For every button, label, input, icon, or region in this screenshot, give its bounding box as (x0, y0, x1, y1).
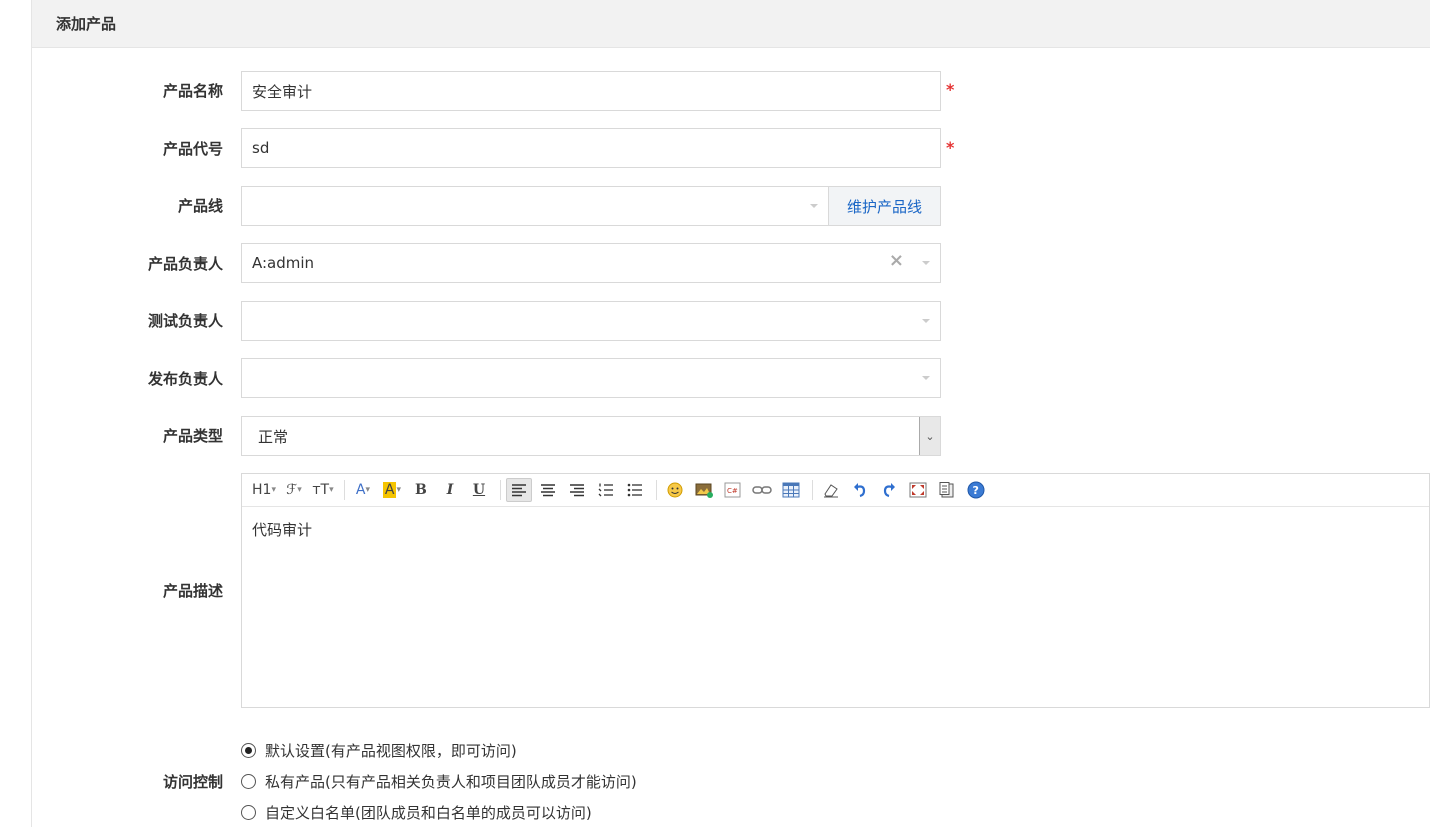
product-owner-label: 产品负责人 (147, 255, 223, 273)
radio-icon[interactable] (241, 805, 256, 820)
product-name-input[interactable]: 安全审计 (241, 71, 941, 111)
acl-option-text: 私有产品(只有产品相关负责人和项目团队成员才能访问) (265, 773, 637, 791)
editor-content[interactable]: 代码审计 (242, 507, 1429, 552)
product-line-select[interactable] (241, 186, 829, 226)
font-color-icon[interactable]: A ▾ (350, 478, 376, 502)
radio-checked-icon[interactable] (241, 743, 256, 758)
required-mark: * (946, 138, 955, 157)
product-name-value: 安全审计 (252, 82, 313, 101)
acl-option-text: 默认设置(有产品视图权限，即可访问) (265, 742, 517, 760)
heading-icon[interactable]: H1 ▾ (250, 478, 278, 502)
clear-icon[interactable]: × (889, 250, 904, 271)
acl-option-private[interactable]: 私有产品(只有产品相关负责人和项目团队成员才能访问) (241, 771, 637, 792)
underline-icon[interactable]: U (466, 478, 492, 502)
ordered-list-icon[interactable] (593, 478, 619, 502)
help-text: ? (972, 484, 978, 497)
paste-icon[interactable] (934, 478, 960, 502)
toolbar-divider (343, 480, 345, 500)
qa-owner-select[interactable] (241, 301, 941, 341)
maintain-product-line-button[interactable]: 维护产品线 (828, 186, 941, 226)
font-family-icon[interactable]: ℱ ▾ (281, 478, 307, 502)
toolbar-divider (499, 480, 501, 500)
product-code-label: 产品代号 (162, 140, 223, 158)
toolbar-divider (655, 480, 657, 500)
left-gutter (0, 0, 32, 827)
product-desc-label: 产品描述 (162, 582, 223, 600)
product-type-value: 正常 (258, 427, 289, 446)
align-left-icon[interactable] (505, 478, 532, 502)
image-icon[interactable] (691, 478, 717, 502)
chevron-down-icon (922, 261, 930, 265)
acl-label: 访问控制 (162, 773, 223, 791)
editor-toolbar: H1 ▾ ℱ ▾ тT ▾ A ▾ A ▾ B I U C# ? (242, 474, 1429, 507)
emoticon-icon[interactable] (662, 478, 688, 502)
code-block-text: C# (727, 487, 738, 495)
chevron-down-icon (922, 376, 930, 380)
fullscreen-icon[interactable] (905, 478, 931, 502)
redo-icon[interactable] (876, 478, 902, 502)
release-owner-select[interactable] (241, 358, 941, 398)
font-size-text: тT (312, 482, 330, 498)
product-code-input[interactable]: sd (241, 128, 941, 168)
page-title: 添加产品 (56, 15, 117, 33)
font-color-text: A (355, 482, 366, 498)
link-icon[interactable] (749, 478, 775, 502)
acl-option-whitelist[interactable]: 自定义白名单(团队成员和白名单的成员可以访问) (241, 802, 592, 823)
highlight-color-icon[interactable]: A ▾ (379, 478, 405, 502)
align-right-icon[interactable] (564, 478, 590, 502)
font-size-icon[interactable]: тT ▾ (310, 478, 336, 502)
rich-text-editor[interactable]: H1 ▾ ℱ ▾ тT ▾ A ▾ A ▾ B I U C# ? 代码审计 (241, 473, 1430, 708)
italic-icon[interactable]: I (437, 478, 463, 502)
product-desc-value: 代码审计 (252, 521, 313, 539)
add-product-panel: 添加产品 产品名称 安全审计 * 产品代号 sd * 产品线 维护产品线 产品负… (32, 0, 1430, 827)
product-owner-select[interactable]: A:admin × (241, 243, 941, 283)
font-family-text: ℱ (286, 482, 298, 498)
bg-color-text: A (382, 482, 397, 498)
product-type-label: 产品类型 (162, 427, 223, 445)
product-owner-value: A:admin (252, 254, 315, 272)
bold-icon[interactable]: B (408, 478, 434, 502)
heading-text: H1 (252, 482, 272, 498)
panel-header: 添加产品 (32, 0, 1430, 48)
product-line-label: 产品线 (177, 197, 223, 215)
align-center-icon[interactable] (535, 478, 561, 502)
required-mark: * (946, 80, 955, 99)
radio-icon[interactable] (241, 774, 256, 789)
unordered-list-icon[interactable] (622, 478, 648, 502)
eraser-icon[interactable] (818, 478, 844, 502)
help-icon[interactable]: ? (963, 478, 989, 502)
code-block-icon[interactable]: C# (720, 478, 746, 502)
product-name-label: 产品名称 (162, 82, 223, 100)
product-type-select[interactable]: 正常 ⌄ (241, 416, 941, 456)
undo-icon[interactable] (847, 478, 873, 502)
product-code-value: sd (252, 139, 270, 157)
qa-owner-label: 测试负责人 (147, 312, 223, 330)
release-owner-label: 发布负责人 (147, 370, 223, 388)
toolbar-divider (811, 480, 813, 500)
chevron-down-icon (810, 204, 818, 208)
acl-option-text: 自定义白名单(团队成员和白名单的成员可以访问) (265, 804, 592, 822)
chevron-down-icon[interactable]: ⌄ (919, 417, 940, 455)
table-icon[interactable] (778, 478, 804, 502)
chevron-down-icon (922, 319, 930, 323)
acl-option-default[interactable]: 默认设置(有产品视图权限，即可访问) (241, 740, 517, 761)
